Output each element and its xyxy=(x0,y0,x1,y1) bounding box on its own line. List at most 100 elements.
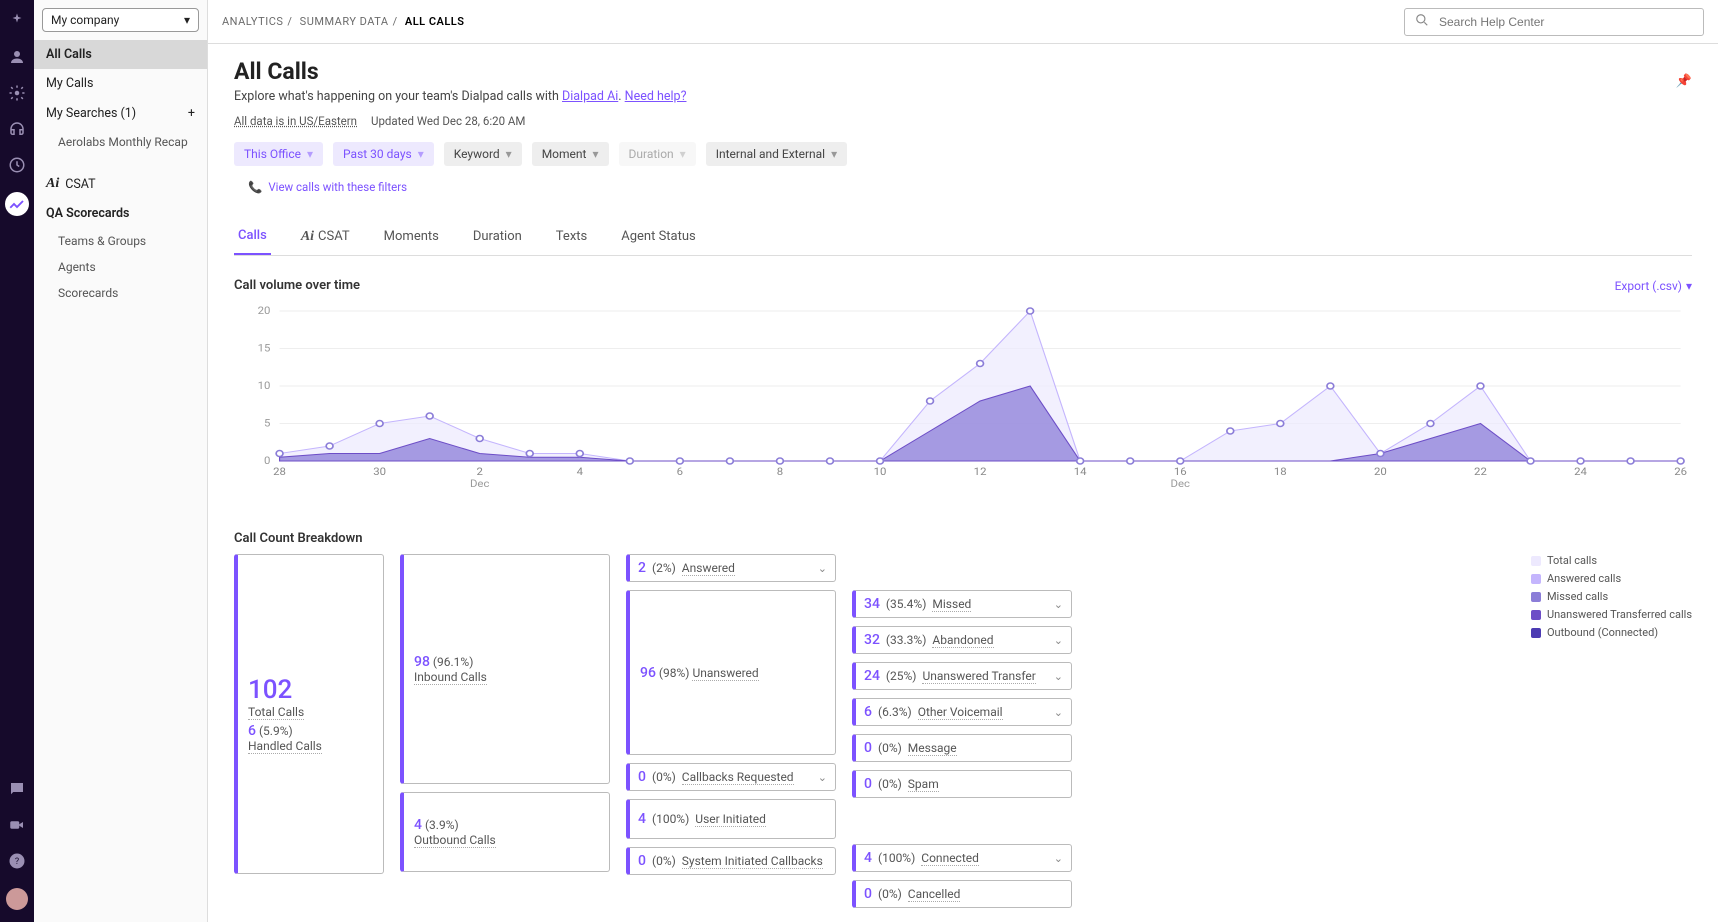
dialpad-ai-link[interactable]: Dialpad Ai xyxy=(562,89,618,104)
chevron-down-icon: ⌄ xyxy=(1054,598,1063,611)
svg-text:20: 20 xyxy=(1374,466,1387,478)
filters: This Office▾ Past 30 days▾ Keyword▾ Moment▾… xyxy=(234,142,1692,166)
breakdown: 102 Total Calls 6 (5.9%) Handled Calls 9… xyxy=(234,554,1692,908)
svg-text:22: 22 xyxy=(1474,466,1487,478)
need-help-link[interactable]: Need help? xyxy=(625,89,687,104)
svg-text:Dec: Dec xyxy=(470,478,490,490)
plus-icon[interactable]: + xyxy=(188,106,195,121)
svg-text:18: 18 xyxy=(1274,466,1287,478)
card-sys-init[interactable]: 0 (0%) System Initiated Callbacks xyxy=(626,847,836,875)
sidebar-item-qa[interactable]: QA Scorecards xyxy=(34,199,207,228)
card-unans-2[interactable]: 24 (25%) Unanswered Transfer⌄ xyxy=(852,662,1072,690)
search-help[interactable] xyxy=(1404,8,1704,36)
chevron-down-icon: ⌄ xyxy=(1054,706,1063,719)
card-callbacks-req[interactable]: 0 (0%) Callbacks Requested ⌄ xyxy=(626,763,836,791)
history-icon[interactable] xyxy=(8,156,26,174)
chevron-down-icon: ⌄ xyxy=(1054,670,1063,683)
search-input[interactable] xyxy=(1437,14,1693,30)
sidebar-item-allcalls[interactable]: All Calls xyxy=(34,40,207,69)
chevron-down-icon: ▾ xyxy=(1686,279,1692,293)
card-answered[interactable]: 2 (2%) Answered ⌄ xyxy=(626,554,836,582)
chat-icon[interactable] xyxy=(8,780,26,798)
sidebar-sub-agents[interactable]: Agents xyxy=(34,254,207,280)
card-out-1[interactable]: 0 (0%) Cancelled xyxy=(852,880,1072,908)
sidebar-item-csat[interactable]: Ai CSAT xyxy=(34,169,207,199)
search-icon xyxy=(1415,13,1429,31)
tab-calls[interactable]: Calls xyxy=(234,218,271,255)
filter-chip-5[interactable]: Internal and External▾ xyxy=(706,142,847,166)
analytics-icon[interactable] xyxy=(5,192,29,216)
legend-item: Missed calls xyxy=(1531,590,1692,603)
sparkle-icon[interactable] xyxy=(8,12,26,30)
person-icon[interactable] xyxy=(8,48,26,66)
help-icon[interactable]: ? xyxy=(8,852,26,870)
svg-text:14: 14 xyxy=(1074,466,1087,478)
tab-agent-status[interactable]: Agent Status xyxy=(617,218,700,255)
sidebar-sub-teams[interactable]: Teams & Groups xyxy=(34,228,207,254)
card-user-init[interactable]: 4 (100%) User Initiated xyxy=(626,799,836,839)
export-button[interactable]: Export (.csv) ▾ xyxy=(1615,279,1692,293)
gear-icon[interactable] xyxy=(8,84,26,102)
company-name: My company xyxy=(51,13,119,27)
card-inbound[interactable]: 98 (96.1%) Inbound Calls xyxy=(400,554,610,784)
filter-chip-1[interactable]: Past 30 days▾ xyxy=(333,142,434,166)
svg-text:4: 4 xyxy=(577,466,583,478)
svg-text:26: 26 xyxy=(1674,466,1687,478)
tab-csat[interactable]: AiCSAT xyxy=(297,218,354,255)
card-unans-5[interactable]: 0 (0%) Spam xyxy=(852,770,1072,798)
card-out-0[interactable]: 4 (100%) Connected⌄ xyxy=(852,844,1072,872)
breakdown-legend: Total callsAnswered callsMissed callsUna… xyxy=(1531,554,1692,639)
tab-duration[interactable]: Duration xyxy=(469,218,526,255)
chevron-down-icon: ⌄ xyxy=(818,771,827,784)
chevron-down-icon: ▾ xyxy=(831,147,837,161)
view-calls-link[interactable]: 📞 View calls with these filters xyxy=(248,180,1692,194)
sidebar-search-aerolabs[interactable]: Aerolabs Monthly Recap xyxy=(34,129,207,155)
chevron-down-icon: ▾ xyxy=(592,147,598,161)
updated-timestamp: Updated Wed Dec 28, 6:20 AM xyxy=(371,114,525,128)
sidebar-item-mycalls[interactable]: My Calls xyxy=(34,69,207,98)
svg-text:30: 30 xyxy=(373,466,386,478)
card-unans-1[interactable]: 32 (33.3%) Abandoned⌄ xyxy=(852,626,1072,654)
company-select[interactable]: My company ▾ xyxy=(42,8,199,32)
card-unans-4[interactable]: 0 (0%) Message xyxy=(852,734,1072,762)
filter-chip-4[interactable]: Duration▾ xyxy=(619,142,696,166)
card-total-calls[interactable]: 102 Total Calls 6 (5.9%) Handled Calls xyxy=(234,554,384,874)
filter-chip-2[interactable]: Keyword▾ xyxy=(444,142,522,166)
nav-rail: ? xyxy=(0,0,34,922)
section-chart-title: Call volume over time xyxy=(234,278,360,293)
topbar: ANALYTICS/ SUMMARY DATA/ ALL CALLS xyxy=(208,0,1718,44)
tab-texts[interactable]: Texts xyxy=(552,218,591,255)
legend-item: Total calls xyxy=(1531,554,1692,567)
page-subtitle: Explore what's happening on your team's … xyxy=(234,89,686,104)
sidebar-mysearches-header[interactable]: My Searches (1) + xyxy=(34,98,207,129)
pin-icon[interactable]: 📌 xyxy=(1676,74,1692,89)
svg-text:10: 10 xyxy=(874,466,887,478)
tab-moments[interactable]: Moments xyxy=(380,218,443,255)
video-icon[interactable] xyxy=(8,816,26,834)
sidebar: My company ▾ All Calls My Calls My Searc… xyxy=(34,0,208,922)
chart-call-volume: 0510152028302468101214161820222426DecDec xyxy=(234,301,1692,501)
tabs: Calls AiCSAT Moments Duration Texts Agent Sta… xyxy=(234,218,1692,256)
svg-text:Dec: Dec xyxy=(1171,478,1191,490)
headset-icon[interactable] xyxy=(8,120,26,138)
svg-text:5: 5 xyxy=(264,417,270,429)
card-unans-3[interactable]: 6 (6.3%) Other Voicemail⌄ xyxy=(852,698,1072,726)
chevron-down-icon: ⌄ xyxy=(1054,634,1063,647)
phone-icon: 📞 xyxy=(248,180,262,194)
card-unanswered[interactable]: 96 (98%) Unanswered xyxy=(626,590,836,755)
svg-text:8: 8 xyxy=(777,466,783,478)
chevron-down-icon: ⌄ xyxy=(818,562,827,575)
avatar[interactable] xyxy=(6,888,28,910)
sidebar-sub-scorecards[interactable]: Scorecards xyxy=(34,280,207,306)
svg-text:0: 0 xyxy=(264,455,270,467)
filter-chip-3[interactable]: Moment▾ xyxy=(532,142,609,166)
card-unans-0[interactable]: 34 (35.4%) Missed⌄ xyxy=(852,590,1072,618)
svg-text:2: 2 xyxy=(477,466,483,478)
card-outbound[interactable]: 4 (3.9%) Outbound Calls xyxy=(400,792,610,872)
timezone-info[interactable]: All data is in US/Eastern xyxy=(234,114,357,128)
filter-chip-0[interactable]: This Office▾ xyxy=(234,142,323,166)
svg-text:24: 24 xyxy=(1574,466,1587,478)
chevron-down-icon: ▾ xyxy=(184,13,190,27)
chevron-down-icon: ▾ xyxy=(680,147,686,161)
page-title: All Calls xyxy=(234,58,686,85)
